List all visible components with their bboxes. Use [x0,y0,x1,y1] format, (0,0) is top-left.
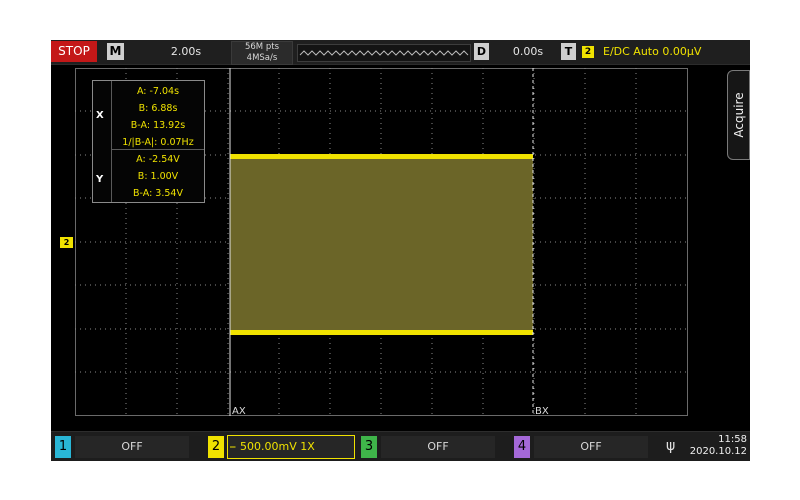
zigzag-wave-icon [299,50,469,56]
dc-coupling-icon: ⎯ [230,440,236,453]
clock: 11:58 2020.10.12 [683,434,747,458]
timebase-value[interactable]: 2.00s [156,40,216,64]
top-status-bar: STOP M 2.00s 56M pts 4MSa/s D 0.00s T 2 … [51,40,750,65]
delay-label[interactable]: D [474,43,489,60]
oscilloscope-screen: STOP M 2.00s 56M pts 4MSa/s D 0.00s T 2 … [51,40,750,461]
channel-1-state[interactable]: OFF [75,436,189,458]
memory-depth: 56M pts [244,42,279,52]
cursor-b-label: BX [535,406,549,417]
waveform-high-level [230,154,533,159]
channel-2-badge[interactable]: 2 [208,436,224,458]
clock-date: 2020.10.12 [689,446,747,457]
usb-icon: ψ [666,438,676,454]
trigger-label[interactable]: T [561,43,576,60]
channel-3-badge[interactable]: 3 [361,436,377,458]
channel-3-state[interactable]: OFF [381,436,495,458]
channel-status-bar: 1 OFF 2 ⎯ 500.00mV 1X 3 OFF 4 OFF ψ 11:58… [51,431,750,461]
waveform-envelope [230,157,533,332]
waveform-low-level [230,330,533,335]
acquire-menu-tab[interactable]: Acquire [727,70,750,160]
channel-4-badge[interactable]: 4 [514,436,530,458]
channel-2-settings[interactable]: ⎯ 500.00mV 1X [227,435,355,459]
channel-2-offset-marker[interactable]: 2 [60,237,73,248]
channel-1-badge[interactable]: 1 [55,436,71,458]
acquisition-info: 56M pts 4MSa/s [231,41,293,65]
trigger-channel-badge: 2 [582,46,594,58]
channel-2-state: 500.00mV 1X [240,440,315,453]
memory-overview-strip[interactable] [297,44,471,62]
trigger-settings[interactable]: E∕DC Auto 0.00μV [603,40,701,64]
cursor-a-label: AX [232,406,246,417]
clock-time: 11:58 [718,434,747,445]
main-timebase-label[interactable]: M [107,43,124,60]
run-stop-indicator[interactable]: STOP [51,41,97,62]
delay-value[interactable]: 0.00s [503,40,553,64]
acquire-tab-label: Acquire [731,92,746,138]
channel-4-state[interactable]: OFF [534,436,648,458]
sample-rate: 4MSa/s [246,53,278,63]
panel-dividers [111,81,204,202]
cursor-measurement-panel: X Y A: -7.04s B: 6.88s B-A: 13.92s 1/|B-… [92,80,205,203]
